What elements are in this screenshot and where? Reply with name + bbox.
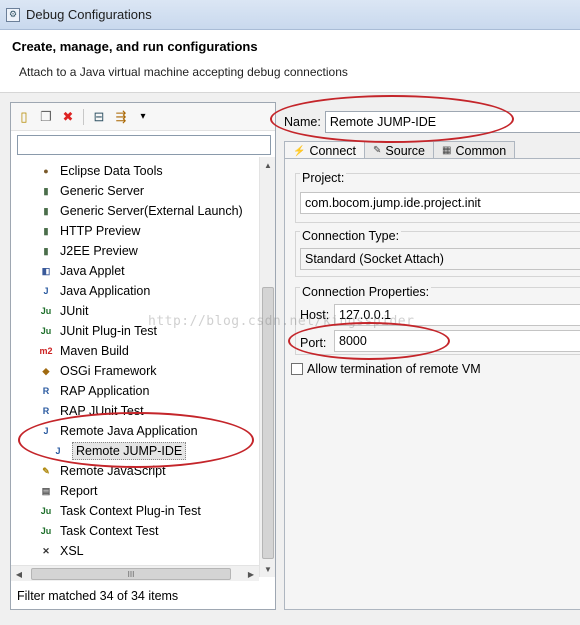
tree-item-label: Task Context Test	[60, 524, 159, 538]
tree-item[interactable]: ● Eclipse Data Tools	[39, 161, 163, 181]
tree-item-label: Generic Server(External Launch)	[60, 204, 243, 218]
tree-item-label: Task Context Plug-in Test	[60, 504, 201, 518]
tree-item-label: OSGi Framework	[60, 364, 157, 378]
server-icon: ▮	[43, 205, 49, 216]
applet-icon: ◧	[41, 265, 51, 276]
tree-item[interactable]: Ju Task Context Test	[39, 521, 159, 541]
tree-item-label: Java Application	[60, 284, 151, 298]
header-subtitle: Attach to a Java virtual machine accepti…	[19, 65, 348, 79]
common-icon: ▦	[442, 145, 452, 156]
project-field[interactable]: com.bocom.jump.ide.project.init	[300, 192, 580, 214]
scroll-left-icon[interactable]: ◀	[11, 566, 27, 582]
allow-termination-label: Allow termination of remote VM	[307, 362, 481, 376]
connect-icon: ⚡	[293, 145, 306, 157]
connection-type-group: Connection Type: Standard (Socket Attach…	[295, 229, 580, 277]
tree-item[interactable]: ◆ OSGi Framework	[39, 361, 157, 381]
horizontal-scrollbar[interactable]: ◀ III ▶	[11, 565, 259, 581]
toolbar-separator	[83, 108, 84, 125]
filter-status: Filter matched 34 of 34 items	[17, 589, 179, 603]
tree-item-label: Report	[60, 484, 98, 498]
server-icon: ▮	[43, 245, 49, 256]
allow-termination-row[interactable]: Allow termination of remote VM	[291, 362, 481, 376]
configuration-tree: ● Eclipse Data Tools ▮ Generic Server ▮ Gener…	[11, 157, 259, 565]
highlight-name-ellipse	[270, 95, 514, 143]
tree-item-label: Java Applet	[60, 264, 125, 278]
junit-icon: Ju	[40, 306, 52, 316]
server-icon: ▮	[43, 185, 49, 196]
tree-item[interactable]: Ju Task Context Plug-in Test	[39, 501, 201, 521]
rap-icon: R	[42, 386, 50, 396]
tree-item-label: Generic Server	[60, 184, 145, 198]
tree-item-label: J2EE Preview	[60, 244, 138, 258]
javascript-icon: ✎	[42, 465, 50, 476]
tab-connect-label: Connect	[309, 144, 357, 158]
new-configuration-icon[interactable]: ▯	[15, 108, 33, 126]
tree-item[interactable]: J Java Application	[39, 281, 150, 301]
launch-toolbar: ▯ ❐ ✖ ⊟ ⇶ ▾	[11, 103, 275, 131]
tree-item-label: Eclipse Data Tools	[60, 164, 163, 178]
debug-app-icon: ⚙	[6, 7, 20, 22]
tree-item[interactable]: ◧ Java Applet	[39, 261, 125, 281]
report-icon: ▤	[41, 485, 51, 496]
tree-item[interactable]: R RAP Application	[39, 381, 150, 401]
task-test-icon: Ju	[40, 526, 52, 536]
configuration-list-panel: ▯ ❐ ✖ ⊟ ⇶ ▾ ● Eclipse Data Tools ▮ Generic …	[10, 102, 276, 610]
tree-item[interactable]: ▮ Generic Server(External Launch)	[39, 201, 243, 221]
tree-item[interactable]: Ju JUnit	[39, 301, 89, 321]
database-icon: ●	[43, 166, 49, 176]
hscroll-thumb[interactable]: III	[31, 568, 231, 580]
tree-item-label: XSL	[60, 544, 84, 558]
duplicate-icon[interactable]: ❐	[37, 108, 55, 126]
rap-junit-icon: R	[42, 406, 50, 416]
tree-item-label: Maven Build	[60, 344, 129, 358]
delete-icon[interactable]: ✖	[59, 108, 77, 126]
connection-type-select[interactable]: Standard (Socket Attach)	[300, 248, 580, 270]
task-plugin-icon: Ju	[40, 506, 52, 516]
filter-icon[interactable]: ⇶	[112, 108, 130, 126]
tree-item[interactable]: ▮ Generic Server	[39, 181, 145, 201]
xsl-icon: ✕	[42, 545, 50, 556]
tree-item[interactable]: ▮ HTTP Preview	[39, 221, 141, 241]
tree-item[interactable]: m2 Maven Build	[39, 341, 129, 361]
tree-item[interactable]: ▤ Report	[39, 481, 98, 501]
tree-item[interactable]: ✕ XSL	[39, 541, 84, 561]
connection-type-label: Connection Type:	[300, 229, 402, 243]
tab-common[interactable]: ▦ Common	[433, 141, 516, 159]
tab-source-label: Source	[385, 143, 426, 158]
connect-tab-content: Project: com.bocom.jump.ide.project.init…	[284, 158, 580, 610]
highlight-port-ellipse	[288, 322, 450, 360]
project-group: Project: com.bocom.jump.ide.project.init	[295, 171, 580, 223]
dialog-header: Create, manage, and run configurations A…	[0, 30, 580, 93]
tab-source[interactable]: ✎ Source	[364, 141, 435, 159]
dropdown-arrow-icon[interactable]: ▾	[134, 108, 152, 126]
server-icon: ▮	[43, 225, 49, 236]
tree-item[interactable]: Ju JUnit Plug-in Test	[39, 321, 157, 341]
osgi-icon: ◆	[42, 365, 50, 376]
filter-input[interactable]	[17, 135, 271, 155]
source-icon: ✎	[373, 145, 382, 156]
tree-item-label: JUnit	[60, 304, 89, 318]
scroll-up-icon[interactable]: ▲	[260, 157, 276, 173]
scroll-right-icon[interactable]: ▶	[243, 566, 259, 582]
java-app-icon: J	[43, 286, 49, 296]
title-bar: ⚙ Debug Configurations	[0, 0, 580, 30]
maven-icon: m2	[39, 346, 53, 356]
collapse-all-icon[interactable]: ⊟	[90, 108, 108, 126]
scroll-down-icon[interactable]: ▼	[260, 561, 276, 577]
window-title: Debug Configurations	[26, 7, 152, 22]
highlight-tree-ellipse	[18, 412, 254, 468]
tree-item-label: JUnit Plug-in Test	[60, 324, 158, 338]
header-title: Create, manage, and run configurations	[12, 39, 258, 54]
connection-properties-label: Connection Properties:	[300, 285, 432, 299]
config-tabs: ⚡ Connect ✎ Source ▦ Common	[284, 141, 516, 160]
tree-item-label: RAP Application	[60, 384, 150, 398]
project-label: Project:	[300, 171, 347, 185]
tree-item[interactable]: ▮ J2EE Preview	[39, 241, 138, 261]
junit-plugin-icon: Ju	[40, 326, 52, 336]
vertical-scrollbar[interactable]: ▲ ▼	[259, 157, 275, 577]
allow-termination-checkbox[interactable]	[291, 363, 303, 375]
tree-item-label: HTTP Preview	[60, 224, 141, 238]
tab-common-label: Common	[455, 143, 507, 158]
